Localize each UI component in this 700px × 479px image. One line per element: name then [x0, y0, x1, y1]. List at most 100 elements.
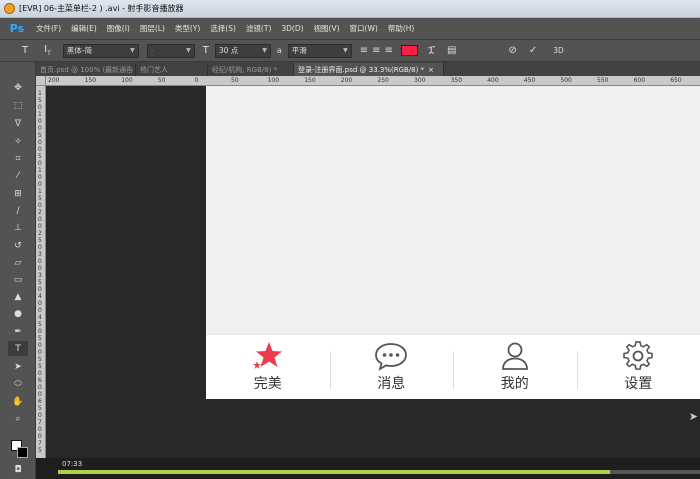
eraser-tool-icon[interactable]: ▱ [8, 255, 28, 270]
doc-tab-agency[interactable]: 经纪/机构, RGB/8) * [208, 63, 294, 76]
ruler-tick-label: 0 [38, 160, 42, 167]
chevron-down-icon: ▼ [343, 47, 348, 54]
gear-icon [621, 341, 655, 371]
ruler-tick-label: 0 [38, 433, 42, 440]
player-app-icon [4, 3, 15, 14]
doc-tab-artists[interactable]: 热门艺人 [136, 63, 208, 76]
ruler-tick-label: 2 [38, 230, 42, 237]
clone-stamp-tool-icon[interactable]: ⊥ [8, 220, 28, 235]
character-panel-icon[interactable]: ▤ [447, 45, 456, 56]
horizontal-ruler[interactable]: 200 150 100 50 0 50 100 150 200 250 300 350 400 450 50… [46, 76, 700, 86]
document-canvas[interactable]: 完美 消息 我的 设置 [206, 86, 700, 399]
zoom-tool-icon[interactable]: ⌕ [8, 411, 28, 426]
eyedropper-tool-icon[interactable]: ⁄ [8, 168, 28, 183]
tab-messages[interactable]: 消息 [329, 335, 454, 399]
ruler-tick-label: 400 [487, 77, 499, 84]
warp-text-icon[interactable]: ፗ [428, 45, 435, 56]
menu-view[interactable]: 视图(V) [314, 23, 340, 34]
menu-file[interactable]: 文件(F) [36, 23, 61, 34]
star-icon [251, 341, 285, 371]
tools-panel: ✥ ⬚ ᐁ ✧ ⌗ ⁄ ⊞ ∕ ⊥ ↺ ▱ ▭ ▲ ● ✒ T ➤ ⬭ ✋ ⌕ … [0, 62, 36, 479]
menu-help[interactable]: 帮助(H) [388, 23, 415, 34]
close-icon[interactable]: × [428, 66, 434, 74]
tab-label-perfect: 完美 [253, 376, 282, 392]
ruler-tick-label: 0 [38, 181, 42, 188]
ruler-tick-label: 0 [38, 223, 42, 230]
hand-tool-icon[interactable]: ✋ [8, 394, 28, 409]
healing-brush-tool-icon[interactable]: ⊞ [8, 186, 28, 201]
ruler-tick-label: 0 [38, 258, 42, 265]
background-color-swatch[interactable] [17, 447, 28, 458]
menu-edit[interactable]: 编辑(E) [71, 23, 97, 34]
brush-tool-icon[interactable]: ∕ [8, 203, 28, 218]
ruler-tick-label: 650 [670, 77, 682, 84]
ruler-tick-label: 1 [38, 90, 42, 97]
ruler-tick-label: 0 [38, 349, 42, 356]
font-family-select[interactable]: 黑体-简 ▼ [62, 43, 139, 58]
tab-profile[interactable]: 我的 [453, 335, 577, 399]
type-tool-icon[interactable]: T [8, 341, 28, 356]
text-color-swatch[interactable] [400, 45, 418, 56]
ruler-tick-label: 0 [38, 146, 42, 153]
ruler-tick-label: 0 [38, 300, 42, 307]
ruler-tick-label: 0 [38, 426, 42, 433]
ruler-tick-label: 4 [38, 314, 42, 321]
pen-tool-icon[interactable]: ✒ [8, 324, 28, 339]
menu-layer[interactable]: 图层(L) [140, 23, 165, 34]
blur-tool-icon[interactable]: ▲ [8, 289, 28, 304]
magic-wand-tool-icon[interactable]: ✧ [8, 134, 28, 149]
menu-select[interactable]: 选择(S) [210, 23, 236, 34]
dodge-tool-icon[interactable]: ● [8, 306, 28, 321]
canvas-area[interactable]: 完美 消息 我的 设置 ➤ [46, 86, 700, 458]
tab-perfect[interactable]: 完美 [206, 335, 330, 399]
tab-settings[interactable]: 设置 [576, 335, 700, 399]
ruler-tick-label: 100 [121, 77, 133, 84]
menu-3d[interactable]: 3D(D) [281, 24, 303, 33]
doc-tab-home[interactable]: 首页.psd @ 100% (最新通告 [36, 63, 136, 76]
ruler-tick-label: 7 [38, 419, 42, 426]
commit-check-icon[interactable]: ✓ [529, 45, 537, 56]
lasso-tool-icon[interactable]: ᐁ [8, 116, 28, 131]
ruler-tick-label: 100 [267, 77, 280, 84]
align-right-icon[interactable]: ≡ [385, 45, 393, 56]
menu-filter[interactable]: 滤镜(T) [246, 23, 271, 34]
ruler-origin[interactable] [36, 76, 46, 86]
chat-bubble-icon [374, 341, 408, 371]
history-brush-tool-icon[interactable]: ↺ [8, 238, 28, 253]
font-size-select[interactable]: 30 点 ▼ [214, 43, 271, 58]
ruler-tick-label: 0 [38, 328, 42, 335]
window-title: [EVR] 06-主菜单栏-2 ) .avi - 射手影音播放器 [19, 4, 184, 13]
ruler-tick-label: 200 [48, 77, 60, 84]
ruler-tick-label: 0 [38, 265, 42, 272]
align-center-icon[interactable]: ≡ [372, 45, 380, 56]
crop-tool-icon[interactable]: ⌗ [8, 151, 28, 166]
path-selection-tool-icon[interactable]: ➤ [8, 359, 28, 374]
menu-window[interactable]: 窗口(W) [350, 23, 378, 34]
antialias-select[interactable]: 平滑 ▼ [287, 43, 352, 58]
gradient-tool-icon[interactable]: ▭ [8, 272, 28, 287]
doc-tab-label: 经纪/机构, RGB/8) * [212, 65, 278, 74]
type-tool-preset-icon[interactable]: T [22, 45, 28, 56]
text-orientation-icon[interactable]: IT [44, 44, 51, 57]
menu-image[interactable]: 图像(I) [107, 23, 130, 34]
doc-tab-login[interactable]: 登录-注册界面.psd @ 33.3%(RGB/8) * × [294, 63, 444, 76]
ruler-tick-label: 5 [38, 363, 42, 370]
font-style-select[interactable]: - ▼ [146, 43, 195, 58]
vertical-ruler[interactable]: 1501005005010015020025030035040045050055… [36, 86, 46, 458]
marquee-tool-icon[interactable]: ⬚ [8, 98, 28, 113]
progress-bar[interactable] [58, 470, 700, 474]
align-left-icon[interactable]: ≡ [360, 45, 368, 56]
move-tool-icon[interactable]: ✥ [8, 80, 28, 95]
ruler-tick-label: 0 [38, 202, 42, 209]
ruler-tick-label: 5 [38, 132, 42, 139]
ruler-tick-label: 0 [38, 370, 42, 377]
menu-type[interactable]: 类型(Y) [175, 23, 200, 34]
ruler-tick-label: 5 [38, 335, 42, 342]
3d-button[interactable]: 3D [553, 46, 564, 55]
ruler-tick-label: 1 [38, 167, 42, 174]
quick-mask-icon[interactable]: ◘ [8, 462, 28, 477]
antialias-value: 平滑 [291, 46, 307, 55]
photoshop-logo-icon: Ps [9, 22, 25, 35]
cancel-icon[interactable]: ⊘ [508, 45, 516, 56]
ellipse-tool-icon[interactable]: ⬭ [8, 376, 28, 391]
